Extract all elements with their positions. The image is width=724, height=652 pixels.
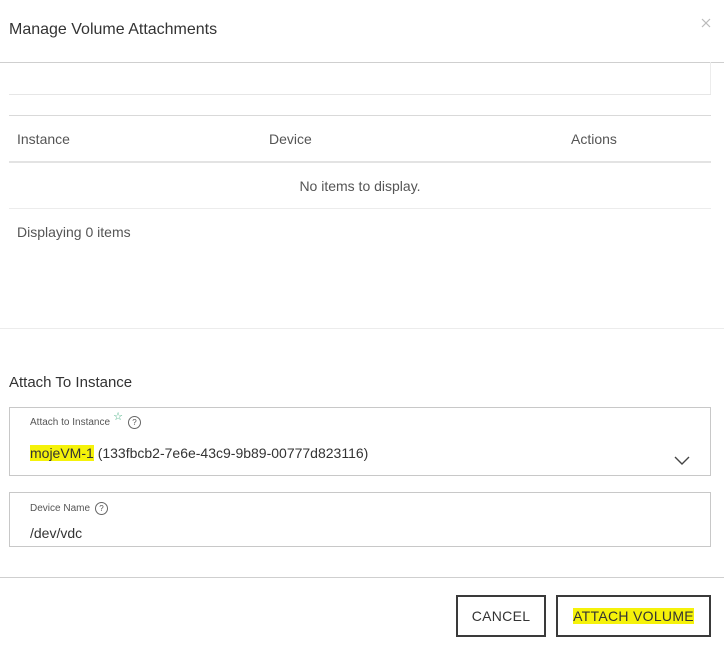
table-empty-message: No items to display. — [299, 178, 421, 194]
cancel-button[interactable]: CANCEL — [456, 595, 546, 637]
selected-instance-id: (133fbcb2-7e6e-43c9-9b89-00777d823116) — [97, 445, 369, 461]
modal-header: Manage Volume Attachments — [0, 0, 724, 63]
question-icon[interactable]: ? — [127, 416, 141, 429]
selected-instance-name: mojeVM-1 — [30, 445, 94, 461]
modal-title: Manage Volume Attachments — [9, 21, 218, 38]
table-header-top-border — [9, 115, 711, 116]
attach-section-title: Attach To Instance — [9, 374, 133, 391]
close-icon[interactable] — [699, 16, 713, 30]
device-name-label-wrap: Device Name ? — [30, 502, 109, 515]
table-row-divider — [9, 208, 711, 209]
column-header-actions: Actions — [571, 131, 617, 147]
star-icon: ☆ — [113, 411, 123, 423]
chevron-down-icon[interactable] — [674, 456, 690, 466]
attach-volume-button-label: ATTACH VOLUME — [573, 608, 694, 624]
footer-divider — [0, 577, 724, 578]
attach-volume-button[interactable]: ATTACH VOLUME — [556, 595, 711, 637]
column-header-device: Device — [269, 131, 312, 147]
manage-volume-attachments-modal: Manage Volume Attachments Instance Devic… — [0, 0, 724, 652]
attach-to-instance-label: Attach to Instance — [30, 417, 111, 428]
table-toolbar-divider — [9, 94, 711, 95]
device-name-label: Device Name — [30, 503, 91, 514]
table-toolbar-edge — [710, 62, 711, 95]
attach-to-instance-label-wrap: Attach to Instance ☆ ? — [30, 411, 141, 429]
question-icon[interactable]: ? — [95, 502, 109, 515]
section-divider — [0, 328, 724, 329]
table-header-bottom-border — [9, 161, 711, 163]
table-item-count: Displaying 0 items — [17, 224, 131, 240]
attach-to-instance-select[interactable]: Attach to Instance ☆ ? mojeVM-1 (133fbcb… — [9, 407, 711, 476]
column-header-instance: Instance — [17, 131, 70, 147]
device-name-field[interactable]: Device Name ? /dev/vdc — [9, 492, 711, 547]
selected-instance: mojeVM-1 (133fbcb2-7e6e-43c9-9b89-00777d… — [30, 445, 368, 461]
device-name-value[interactable]: /dev/vdc — [30, 525, 82, 541]
